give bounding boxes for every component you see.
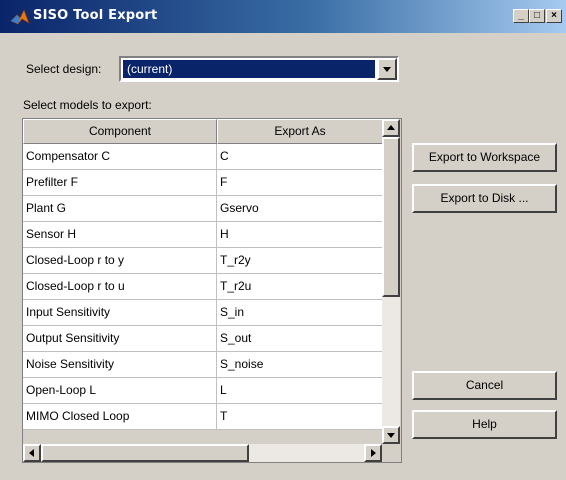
horizontal-scroll-thumb[interactable] (41, 444, 249, 462)
component-cell: Noise Sensitivity (23, 352, 217, 378)
column-header-component[interactable]: Component (23, 119, 217, 144)
table-row[interactable]: Plant G Gservo (23, 196, 383, 222)
export-to-workspace-button[interactable]: Export to Workspace (412, 143, 557, 172)
vertical-scrollbar[interactable] (382, 119, 400, 444)
design-select[interactable]: (current) (119, 56, 399, 82)
export-as-cell[interactable]: S_noise (217, 352, 383, 378)
cancel-button[interactable]: Cancel (412, 371, 557, 400)
component-cell: Prefilter F (23, 170, 217, 196)
title-bar: SISO Tool Export _ □ × (0, 0, 566, 33)
component-cell: Plant G (23, 196, 217, 222)
component-cell: Open-Loop L (23, 378, 217, 404)
table-row[interactable]: Prefilter FF (23, 170, 383, 196)
select-design-label: Select design: (26, 62, 102, 76)
arrow-left-icon (29, 449, 34, 457)
close-button[interactable]: × (546, 9, 562, 23)
component-cell: MIMO Closed Loop (23, 404, 217, 430)
component-cell: Closed-Loop r to y (23, 248, 217, 274)
export-as-cell[interactable]: T_r2y (217, 248, 383, 274)
table-row[interactable]: Noise Sensitivity S_noise (23, 352, 383, 378)
export-as-cell[interactable]: F (217, 170, 383, 196)
table-row[interactable]: Closed-Loop r to y T_r2y (23, 248, 383, 274)
component-cell: Compensator C (23, 144, 217, 170)
design-dropdown-button[interactable] (377, 58, 397, 80)
component-cell: Sensor H (23, 222, 217, 248)
table-row[interactable]: Compensator CC (23, 144, 383, 170)
arrow-down-icon (387, 433, 395, 438)
matlab-icon (10, 9, 30, 25)
table-row[interactable]: Sensor HH (23, 222, 383, 248)
table-row[interactable]: Open-Loop LL (23, 378, 383, 404)
export-as-cell[interactable]: T_r2u (217, 274, 383, 300)
table-row[interactable]: Input Sensitivity S_in (23, 300, 383, 326)
scroll-right-button[interactable] (364, 444, 382, 462)
export-as-cell[interactable]: H (217, 222, 383, 248)
arrow-up-icon (387, 125, 395, 130)
export-to-disk-button[interactable]: Export to Disk ... (412, 184, 557, 213)
scrollbar-corner (382, 444, 400, 462)
help-button[interactable]: Help (412, 410, 557, 439)
export-as-cell[interactable]: S_in (217, 300, 383, 326)
component-cell: Output Sensitivity (23, 326, 217, 352)
design-selected-value: (current) (123, 60, 375, 78)
minimize-button[interactable]: _ (513, 9, 529, 23)
table-row[interactable]: Closed-Loop r to u T_r2u (23, 274, 383, 300)
scroll-up-button[interactable] (382, 119, 400, 137)
horizontal-scrollbar[interactable] (23, 444, 400, 462)
export-as-cell[interactable]: C (217, 144, 383, 170)
table-row[interactable]: Output Sensitivity S_out (23, 326, 383, 352)
component-cell: Input Sensitivity (23, 300, 217, 326)
component-cell: Closed-Loop r to u (23, 274, 217, 300)
export-as-cell[interactable]: Gservo (217, 196, 383, 222)
chevron-down-icon (383, 67, 391, 72)
export-as-cell[interactable]: S_out (217, 326, 383, 352)
scroll-left-button[interactable] (23, 444, 41, 462)
export-as-cell[interactable]: T (217, 404, 383, 430)
table-row[interactable]: MIMO Closed Loop T (23, 404, 383, 430)
scroll-down-button[interactable] (382, 426, 400, 444)
arrow-right-icon (371, 449, 376, 457)
column-header-export-as[interactable]: Export As (217, 119, 383, 144)
models-table: Component Export As Compensator C C Prefil… (22, 118, 402, 463)
window-title: SISO Tool Export (33, 8, 158, 23)
vertical-scroll-thumb[interactable] (382, 137, 400, 297)
select-models-label: Select models to export: (23, 98, 152, 112)
export-as-cell[interactable]: L (217, 378, 383, 404)
maximize-button[interactable]: □ (529, 9, 545, 23)
